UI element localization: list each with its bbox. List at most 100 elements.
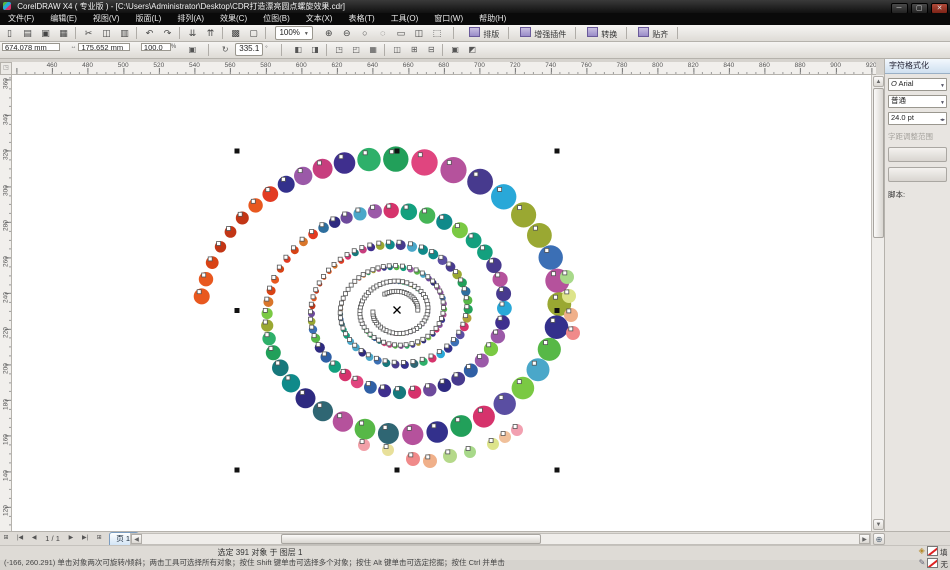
separator xyxy=(384,44,385,56)
close-button[interactable]: ✕ xyxy=(931,3,948,13)
vertical-scroll-thumb[interactable] xyxy=(873,88,884,238)
scroll-up-arrow[interactable]: ▲ xyxy=(873,76,884,87)
view-navigator-button[interactable]: ⊕ xyxy=(873,533,885,545)
rotation-center-mark[interactable] xyxy=(394,307,401,314)
toolbar-button-贴齐[interactable]: 贴齐 xyxy=(633,26,673,41)
prev-page-button[interactable]: ◀ xyxy=(28,532,40,544)
v-ruler-label: 160 xyxy=(3,434,10,446)
vertical-ruler[interactable]: 360340320300280260240220200180160140120 xyxy=(0,75,12,531)
font-size-field[interactable]: 24.0 pt ◂▸ xyxy=(888,112,947,125)
menu-item-8[interactable]: 表格(T) xyxy=(340,13,382,25)
v-ruler-label: 360 xyxy=(3,78,10,90)
toolbar-button-7[interactable]: ↶ xyxy=(141,26,158,41)
add-page-button[interactable]: ⊞ xyxy=(0,532,12,544)
toolbar-button-8[interactable]: ↷ xyxy=(159,26,176,41)
minimize-button[interactable]: ─ xyxy=(891,3,908,13)
menu-item-7[interactable]: 文本(X) xyxy=(298,13,341,25)
toolbar-button-11[interactable]: ▩ xyxy=(227,26,244,41)
maximize-button[interactable]: ▢ xyxy=(911,3,928,13)
toolbar-button-0[interactable]: ▯ xyxy=(1,26,18,41)
page-indicator: 1 / 1 xyxy=(42,532,63,545)
plugin-icon xyxy=(469,27,480,37)
toolbar-button-12[interactable]: ▢ xyxy=(245,26,262,41)
toolbar-button-4[interactable]: ✂ xyxy=(80,26,97,41)
scale-x-field[interactable]: 100.0 xyxy=(141,43,171,51)
menu-item-3[interactable]: 版面(L) xyxy=(128,13,170,25)
toolbar-button-3[interactable]: ▦ xyxy=(55,26,72,41)
propbar-button-3[interactable]: ◰ xyxy=(348,43,364,58)
menu-item-2[interactable]: 视图(V) xyxy=(85,13,128,25)
zoom-tool-button-1[interactable]: ⊖ xyxy=(338,26,355,41)
scroll-left-arrow[interactable]: ◀ xyxy=(131,534,142,544)
vertical-scrollbar[interactable]: ▲ ▼ xyxy=(871,75,884,531)
zoom-level-combo[interactable]: 100%▼ xyxy=(275,26,312,40)
next-page-button[interactable]: ▶ xyxy=(65,532,77,544)
fill-label: 填 xyxy=(940,548,948,557)
last-page-button[interactable]: ▶| xyxy=(79,532,91,544)
toolbar-button-增强插件[interactable]: 增强插件 xyxy=(515,26,571,41)
zoom-tool-button-4[interactable]: ▭ xyxy=(392,26,409,41)
zoom-tool-button-2[interactable]: ○ xyxy=(356,26,373,41)
font-family-combo[interactable]: O Arial ▼ xyxy=(888,78,947,91)
rotation-angle-field[interactable]: 335.1 xyxy=(235,43,263,56)
toolbar-button-转换[interactable]: 转换 xyxy=(582,26,622,41)
toolbar-button-2[interactable]: ▣ xyxy=(37,26,54,41)
h-ruler-label: 860 xyxy=(759,62,770,69)
propbar-button-7[interactable]: ⊟ xyxy=(423,43,439,58)
v-ruler-label: 280 xyxy=(3,220,10,232)
first-page-button[interactable]: |◀ xyxy=(14,532,26,544)
spiral-dots[interactable] xyxy=(194,146,580,468)
separator xyxy=(265,27,266,39)
ruler-origin-box[interactable]: ◳ xyxy=(0,62,12,75)
kerning-range-label: 字距调整范围 xyxy=(888,131,947,142)
toolbar-button-6[interactable]: ▥ xyxy=(116,26,133,41)
font-style-combo[interactable]: 普通 ▼ xyxy=(888,95,947,108)
propbar-button-9[interactable]: ◩ xyxy=(464,43,480,58)
zoom-tool-button-6[interactable]: ⬚ xyxy=(428,26,445,41)
docker-title[interactable]: 字符格式化 xyxy=(885,59,950,74)
menu-item-10[interactable]: 窗口(W) xyxy=(426,13,471,25)
zoom-tool-button-0[interactable]: ⊕ xyxy=(320,26,337,41)
menu-item-6[interactable]: 位图(B) xyxy=(255,13,298,25)
object-x-field[interactable]: 674.078 mm xyxy=(2,43,60,51)
menu-item-0[interactable]: 文件(F) xyxy=(0,13,42,25)
menu-bar: 文件(F)编辑(E)视图(V)版面(L)排列(A)效果(C)位图(B)文本(X)… xyxy=(0,13,950,25)
propbar-button-8[interactable]: ▣ xyxy=(447,43,463,58)
propbar-button-2[interactable]: ◳ xyxy=(331,43,347,58)
toolbar-button-1[interactable]: ▤ xyxy=(19,26,36,41)
zoom-tool-button-3[interactable]: ◌ xyxy=(374,26,391,41)
toolbar-button-5[interactable]: ◫ xyxy=(98,26,115,41)
section-character-effects[interactable] xyxy=(888,147,947,162)
propbar-button-1[interactable]: ◨ xyxy=(307,43,323,58)
horizontal-scrollbar[interactable]: ◀ ▶ xyxy=(130,533,871,545)
h-ruler-label: 520 xyxy=(153,62,164,69)
scroll-right-arrow[interactable]: ▶ xyxy=(859,534,870,544)
spiral-artwork[interactable] xyxy=(12,75,871,531)
window-title: CorelDRAW X4 ( 专业版 ) - [C:\Users\Adminis… xyxy=(17,2,345,11)
h-ruler-label: 740 xyxy=(545,62,556,69)
horizontal-ruler[interactable]: 4604805005205405605806006206406606807007… xyxy=(12,62,876,75)
menu-item-5[interactable]: 效果(C) xyxy=(212,13,255,25)
menu-item-1[interactable]: 编辑(E) xyxy=(42,13,85,25)
toolbar-button-10[interactable]: ⇈ xyxy=(202,26,219,41)
propbar-separator2 xyxy=(281,44,282,56)
zoom-tool-button-5[interactable]: ◫ xyxy=(410,26,427,41)
v-ruler-label: 220 xyxy=(3,327,10,339)
h-ruler-label: 600 xyxy=(296,62,307,69)
scroll-down-arrow[interactable]: ▼ xyxy=(873,519,884,530)
menu-item-9[interactable]: 工具(O) xyxy=(383,13,427,25)
menu-item-11[interactable]: 帮助(H) xyxy=(471,13,514,25)
lock-ratio-button[interactable]: ▣ xyxy=(184,43,200,58)
toolbar-button-9[interactable]: ⇊ xyxy=(184,26,201,41)
drawing-canvas[interactable] xyxy=(12,75,871,531)
section-character-shift[interactable] xyxy=(888,167,947,182)
propbar-button-6[interactable]: ⊞ xyxy=(406,43,422,58)
object-width-field[interactable]: 175.652 mm xyxy=(78,43,130,51)
propbar-button-0[interactable]: ◧ xyxy=(290,43,306,58)
horizontal-scroll-thumb[interactable] xyxy=(281,534,541,544)
add-page-button-2[interactable]: ⊞ xyxy=(93,532,105,544)
toolbar-button-排版[interactable]: 排版 xyxy=(464,26,504,41)
propbar-button-5[interactable]: ◫ xyxy=(389,43,405,58)
propbar-button-4[interactable]: ▦ xyxy=(365,43,381,58)
menu-item-4[interactable]: 排列(A) xyxy=(169,13,212,25)
